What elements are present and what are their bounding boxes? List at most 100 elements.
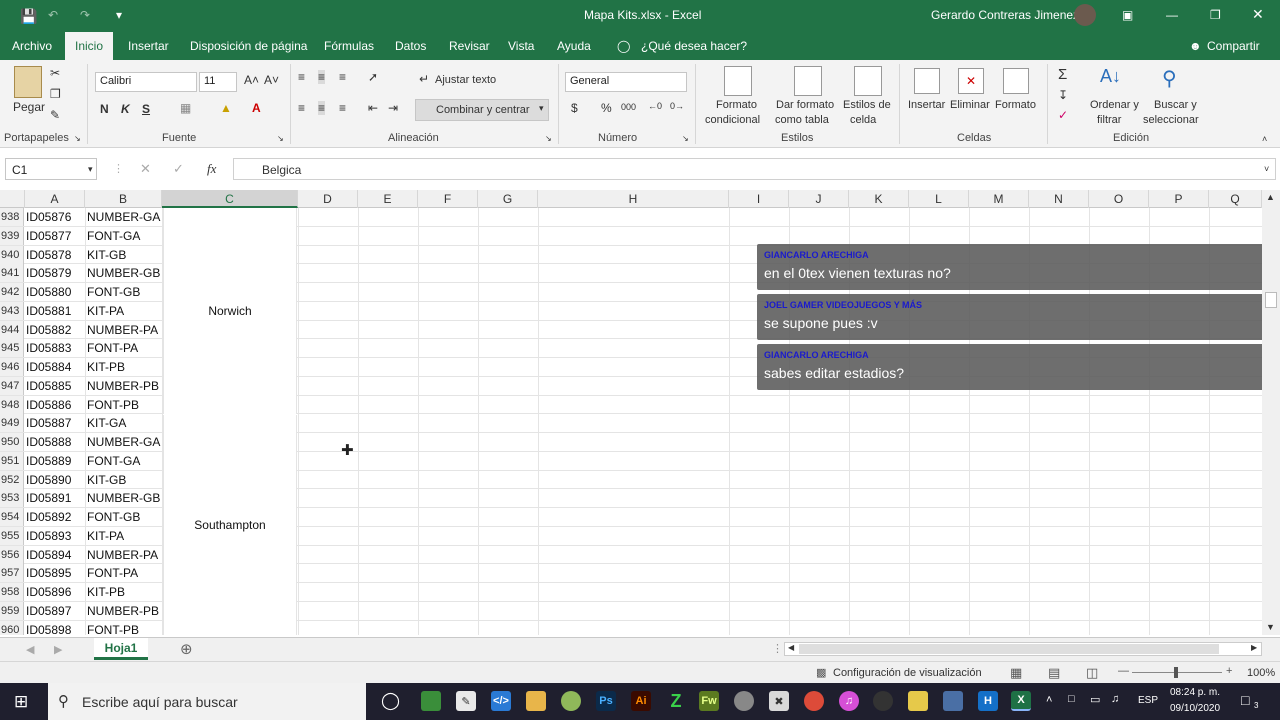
- clear-icon[interactable]: ✓: [1058, 108, 1068, 122]
- tab-insertar[interactable]: Insertar: [128, 39, 169, 53]
- tab-datos[interactable]: Datos: [395, 39, 426, 53]
- cell-b[interactable]: NUMBER-GB: [87, 489, 162, 507]
- col-header-m[interactable]: M: [969, 190, 1029, 208]
- sort-filter-label-1[interactable]: Ordenar y: [1090, 99, 1139, 111]
- save-icon[interactable]: 💾: [20, 8, 37, 25]
- tab-revisar[interactable]: Revisar: [449, 39, 490, 53]
- cell-b[interactable]: NUMBER-PA: [87, 321, 162, 339]
- sort-filter-label-2[interactable]: filtrar: [1097, 114, 1121, 126]
- merge-dropdown-icon[interactable]: ▾: [539, 103, 544, 114]
- cell-a[interactable]: ID05893: [26, 527, 84, 545]
- row-header[interactable]: 939: [0, 226, 24, 245]
- find-label-1[interactable]: Buscar y: [1154, 99, 1197, 111]
- row-header[interactable]: 946: [0, 358, 24, 376]
- row-header[interactable]: 945: [0, 339, 24, 358]
- cell-a[interactable]: ID05894: [26, 546, 84, 564]
- app-icon[interactable]: [561, 691, 581, 711]
- app-icon[interactable]: [908, 691, 928, 711]
- cell-b[interactable]: KIT-GB: [87, 246, 162, 264]
- calculator-icon[interactable]: [943, 691, 963, 711]
- scroll-up-icon[interactable]: ▲: [1266, 192, 1275, 202]
- cell-b[interactable]: KIT-PB: [87, 583, 162, 601]
- grow-font-icon[interactable]: A˄: [244, 73, 259, 87]
- row-header[interactable]: 944: [0, 320, 24, 339]
- conditional-format-label-2[interactable]: condicional: [705, 114, 760, 126]
- format-table-label-2[interactable]: como tabla: [775, 114, 829, 126]
- col-header-i[interactable]: I: [729, 190, 789, 208]
- row-header[interactable]: 957: [0, 564, 24, 583]
- select-all-corner[interactable]: [0, 190, 25, 208]
- clock-time[interactable]: 08:24 p. m.: [1170, 687, 1220, 698]
- clock-date[interactable]: 09/10/2020: [1170, 703, 1220, 714]
- vscode-icon[interactable]: </>: [491, 691, 511, 711]
- cell-a[interactable]: ID05878: [26, 246, 84, 264]
- cell-b[interactable]: FONT-PB: [87, 396, 162, 414]
- alignment-launcher-icon[interactable]: ↘: [545, 134, 552, 143]
- orientation-icon[interactable]: ➚: [368, 70, 378, 84]
- close-icon[interactable]: ✕: [1252, 6, 1264, 23]
- tab-formulas[interactable]: Fórmulas: [324, 39, 374, 53]
- row-header[interactable]: 949: [0, 414, 24, 433]
- cell-a[interactable]: ID05884: [26, 358, 84, 376]
- display-settings-icon[interactable]: ▩: [816, 666, 826, 679]
- app-icon[interactable]: [421, 691, 441, 711]
- app-icon[interactable]: Z: [666, 691, 686, 711]
- language-indicator[interactable]: ESP: [1138, 695, 1158, 706]
- conditional-format-label-1[interactable]: Formato: [716, 99, 757, 111]
- ribbon-display-icon[interactable]: ▣: [1122, 8, 1133, 22]
- cell-a[interactable]: ID05880: [26, 283, 84, 301]
- increase-indent-icon[interactable]: ⇥: [388, 101, 398, 115]
- zoom-out-icon[interactable]: —: [1118, 665, 1129, 677]
- row-header[interactable]: 955: [0, 526, 24, 545]
- row-header[interactable]: 951: [0, 451, 24, 470]
- align-top-icon[interactable]: ≡: [298, 70, 305, 84]
- cell-b[interactable]: FONT-PB: [87, 621, 162, 636]
- cell-b[interactable]: NUMBER-GB: [87, 264, 162, 282]
- format-table-icon[interactable]: [794, 66, 822, 96]
- cell-a[interactable]: ID05890: [26, 471, 84, 489]
- zoom-in-icon[interactable]: +: [1226, 665, 1232, 677]
- name-box[interactable]: C1: [5, 158, 97, 180]
- enter-icon[interactable]: ✓: [173, 161, 184, 177]
- col-header-e[interactable]: E: [358, 190, 418, 208]
- scroll-left-icon[interactable]: ◀: [788, 643, 794, 652]
- number-format-select[interactable]: General: [565, 72, 687, 92]
- cell-a[interactable]: ID05888: [26, 433, 84, 451]
- tab-inicio[interactable]: Inicio: [65, 32, 114, 60]
- col-header-p[interactable]: P: [1149, 190, 1209, 208]
- formula-input[interactable]: Belgica ˅: [233, 158, 1276, 180]
- cell-a[interactable]: ID05877: [26, 227, 84, 245]
- col-header-o[interactable]: O: [1089, 190, 1149, 208]
- photoshop-icon[interactable]: Ps: [596, 691, 616, 711]
- scroll-down-icon[interactable]: ▼: [1266, 622, 1275, 632]
- cell-b[interactable]: KIT-GA: [87, 414, 162, 432]
- format-cells-button[interactable]: Formato: [995, 99, 1036, 111]
- merge-center-button[interactable]: Combinar y centrar ▾: [415, 99, 549, 121]
- thousands-button[interactable]: 000: [621, 102, 636, 112]
- minimize-icon[interactable]: —: [1166, 8, 1178, 22]
- row-header[interactable]: 938: [0, 208, 24, 226]
- display-settings-button[interactable]: Configuración de visualización: [833, 667, 982, 679]
- cell-styles-label-2[interactable]: celda: [850, 114, 876, 126]
- undo-icon[interactable]: ↶: [48, 8, 58, 22]
- col-header-a[interactable]: A: [25, 190, 85, 208]
- format-painter-icon[interactable]: ✎: [50, 108, 60, 122]
- normal-view-icon[interactable]: ▦: [1010, 665, 1022, 681]
- row-header[interactable]: 947: [0, 376, 24, 395]
- cell-b[interactable]: NUMBER-PB: [87, 602, 162, 620]
- row-header[interactable]: 943: [0, 301, 24, 320]
- cell-b[interactable]: FONT-PA: [87, 564, 162, 582]
- taskbar-search[interactable]: ⚲ Escribe aquí para buscar: [48, 683, 366, 720]
- tab-archivo[interactable]: Archivo: [12, 39, 52, 53]
- row-header[interactable]: 954: [0, 508, 24, 526]
- insert-cells-icon[interactable]: [914, 68, 940, 94]
- expand-formula-icon[interactable]: ˅: [1264, 164, 1269, 174]
- row-header[interactable]: 960: [0, 620, 24, 635]
- redo-icon[interactable]: ↷: [80, 8, 90, 22]
- wrap-text-icon[interactable]: ↵: [419, 72, 429, 86]
- tab-vista[interactable]: Vista: [508, 39, 534, 53]
- col-header-q[interactable]: Q: [1209, 190, 1262, 208]
- col-header-k[interactable]: K: [849, 190, 909, 208]
- customize-qat-icon[interactable]: ▾: [116, 8, 122, 22]
- cell-a[interactable]: ID05891: [26, 489, 84, 507]
